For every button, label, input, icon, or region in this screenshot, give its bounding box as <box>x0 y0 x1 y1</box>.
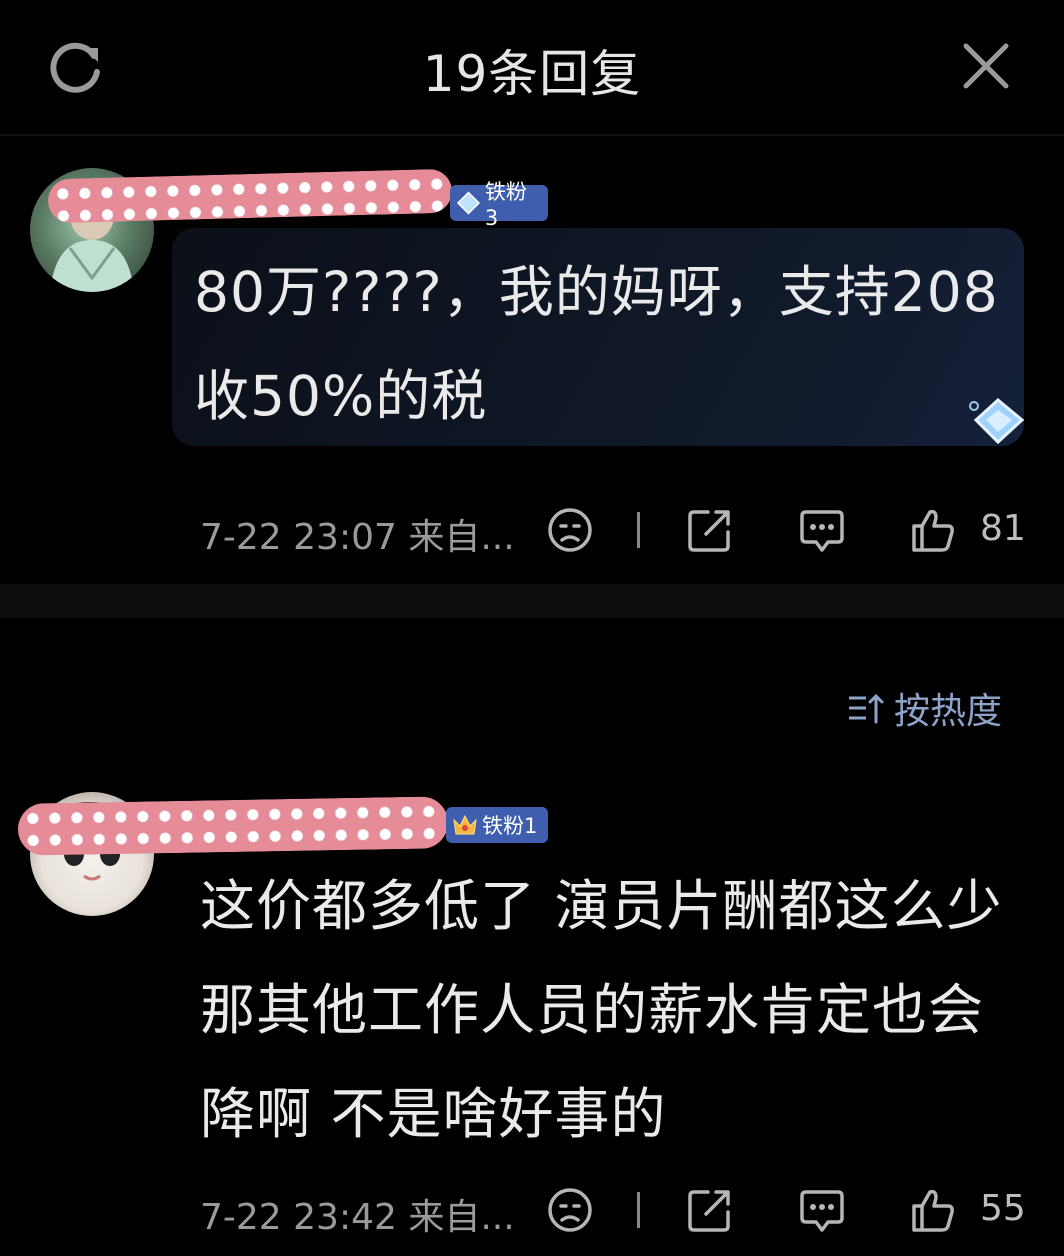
comment-text: 80万????，我的妈呀，支持208收50%的税 <box>194 260 999 428</box>
fan-badge-label: 铁粉3 <box>484 180 527 230</box>
fan-badge-label: 铁粉1 <box>482 814 538 838</box>
dislike-icon[interactable] <box>546 506 594 554</box>
page-title: 19条回复 <box>422 45 642 103</box>
sort-button[interactable]: 按热度 <box>846 684 1002 732</box>
like-icon[interactable] <box>908 1186 956 1234</box>
section-divider <box>0 584 1064 618</box>
fan-badge[interactable]: 铁粉3 <box>450 180 548 230</box>
timestamp: 7-22 23:42 <box>200 1197 397 1238</box>
close-button[interactable] <box>958 38 1014 94</box>
fan-badge[interactable]: 铁粉1 <box>446 807 548 843</box>
sort-label: 按热度 <box>894 691 1003 732</box>
reply-icon[interactable] <box>798 506 846 554</box>
diamond-icon <box>456 191 481 215</box>
header: 19条回复 <box>0 0 1064 134</box>
reply-icon[interactable] <box>798 1186 846 1234</box>
comment-meta: 7-22 23:07 来自... 81 <box>0 500 1064 560</box>
dislike-icon[interactable] <box>546 1186 594 1234</box>
comment-time: 7-22 23:07 来自... <box>200 508 515 560</box>
diamond-decoration-icon <box>969 398 1025 445</box>
reply-text: 这价都多低了 演员片酬都这么少那其他工作人员的薪水肯定也会降啊 不是啥好事的 <box>200 874 1003 1146</box>
sort-icon <box>849 693 884 724</box>
reply-meta: 7-22 23:42 来自... 55 <box>0 1180 1064 1240</box>
reply-time: 7-22 23:42 来自... <box>200 1188 515 1240</box>
separator <box>637 1192 640 1228</box>
like-icon[interactable] <box>908 506 956 554</box>
close-icon <box>963 43 1009 89</box>
like-count: 81 <box>980 508 1026 549</box>
username-mask <box>17 796 449 856</box>
separator <box>637 512 640 548</box>
share-icon[interactable] <box>686 1186 734 1234</box>
timestamp: 7-22 23:07 <box>200 517 397 558</box>
like-count: 55 <box>980 1188 1026 1229</box>
comment-source: 来自... <box>408 517 515 558</box>
comment-source: 来自... <box>408 1197 515 1238</box>
crown-icon <box>453 814 477 835</box>
share-icon[interactable] <box>686 506 734 554</box>
